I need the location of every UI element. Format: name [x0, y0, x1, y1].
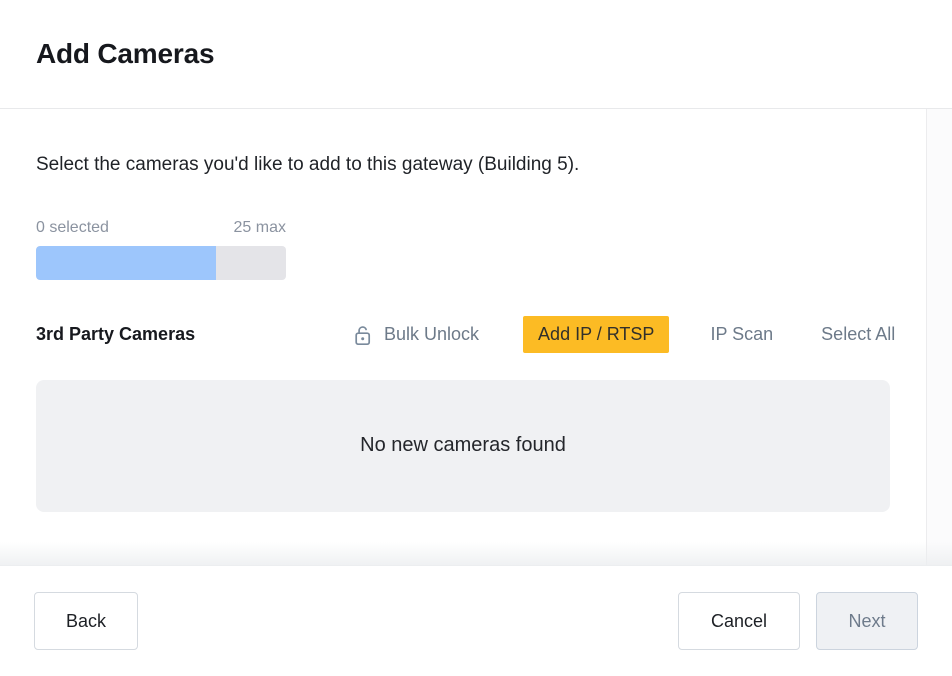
dialog-body-content: Select the cameras you'd like to add to …	[0, 109, 926, 512]
dialog-header: Add Cameras	[0, 0, 952, 109]
selection-meter: 0 selected 25 max	[36, 218, 286, 280]
bulk-unlock-button[interactable]: Bulk Unlock	[345, 318, 487, 352]
selection-progress-fill	[36, 245, 216, 280]
selection-progress-track	[36, 245, 286, 280]
next-button[interactable]: Next	[816, 592, 918, 650]
dialog-body: Select the cameras you'd like to add to …	[0, 109, 952, 565]
footer-primary-actions: Cancel Next	[678, 592, 918, 650]
cameras-toolbar: 3rd Party Cameras Bulk Unlock Add IP / R…	[36, 316, 895, 354]
add-ip-rtsp-button[interactable]: Add IP / RTSP	[523, 316, 670, 354]
vertical-scrollbar[interactable]	[926, 109, 952, 565]
section-title-3rd-party-cameras: 3rd Party Cameras	[36, 324, 196, 345]
selection-meter-labels: 0 selected 25 max	[36, 218, 286, 236]
select-all-label: Select All	[821, 324, 896, 345]
cancel-label: Cancel	[710, 610, 768, 631]
bulk-unlock-label: Bulk Unlock	[384, 324, 480, 345]
back-label: Back	[65, 610, 107, 631]
max-count-label: 25 max	[233, 218, 286, 236]
ip-scan-button[interactable]: IP Scan	[702, 318, 781, 351]
selected-count-label: 0 selected	[36, 218, 109, 236]
dialog-footer: Back Cancel Next	[0, 542, 952, 676]
intro-description: Select the cameras you'd like to add to …	[36, 154, 580, 175]
ip-scan-label: IP Scan	[710, 324, 774, 345]
add-cameras-dialog: Add Cameras Select the cameras you'd lik…	[0, 0, 952, 676]
next-label: Next	[848, 610, 886, 631]
page-title: Add Cameras	[36, 37, 215, 69]
select-all-button[interactable]: Select All	[813, 318, 903, 351]
camera-list-empty-state: No new cameras found	[36, 379, 890, 512]
empty-state-message: No new cameras found	[360, 434, 566, 457]
cancel-button[interactable]: Cancel	[678, 592, 800, 650]
add-ip-rtsp-label: Add IP / RTSP	[538, 324, 655, 345]
toolbar-actions: Bulk Unlock Add IP / RTSP IP Scan Select…	[318, 316, 895, 354]
open-padlock-icon	[353, 324, 373, 346]
back-button[interactable]: Back	[34, 592, 138, 650]
